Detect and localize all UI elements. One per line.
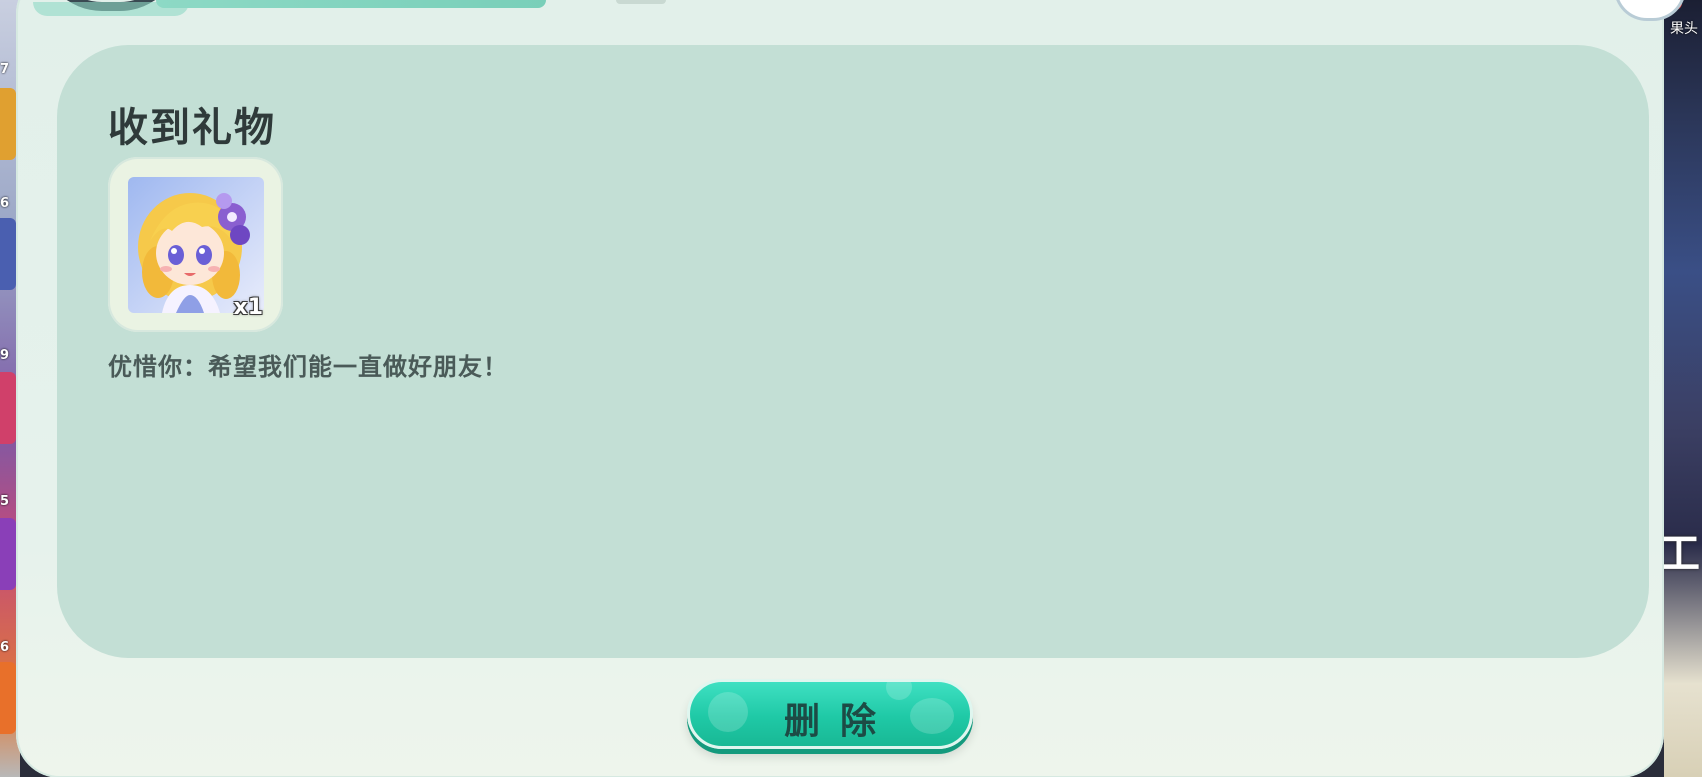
bg-tile xyxy=(0,518,16,590)
gift-dialog: 收到礼物 x1 优惜你：希望我们能一直做好朋友！ 删除 xyxy=(16,0,1686,777)
bg-right-label: 果头 xyxy=(1670,21,1698,37)
bg-tile xyxy=(0,88,16,160)
gift-item-slot[interactable]: x1 xyxy=(108,157,283,332)
bg-number: 7 xyxy=(0,62,10,77)
card-title: 收到礼物 xyxy=(108,105,276,151)
dialog-header-knob-decoration xyxy=(616,0,666,4)
bg-tile xyxy=(0,218,16,290)
bg-number: 6 xyxy=(0,640,10,655)
gift-card: 收到礼物 x1 优惜你：希望我们能一直做好朋友！ xyxy=(57,45,1649,658)
anime-girl-avatar-icon xyxy=(128,177,264,313)
bg-tile xyxy=(0,662,16,734)
delete-button-label: 删除 xyxy=(783,701,896,742)
gift-message-text: 优惜你：希望我们能一直做好朋友！ xyxy=(108,353,508,381)
bg-number: 6 xyxy=(0,196,10,211)
gift-count-badge: x1 xyxy=(233,295,264,320)
dialog-header-bar-decoration xyxy=(156,0,546,8)
background-right-strip: 果头 工 xyxy=(1658,0,1702,777)
bg-tile xyxy=(0,372,16,444)
delete-button[interactable]: 删除 xyxy=(687,679,973,749)
bg-number: 9 xyxy=(0,348,10,363)
bg-right-glyph: 工 xyxy=(1657,529,1700,578)
bg-number: 5 xyxy=(0,494,10,509)
